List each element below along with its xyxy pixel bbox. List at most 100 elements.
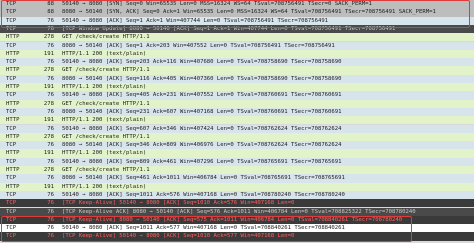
packet-length: 278 — [43, 167, 54, 173]
packet-row[interactable]: TCP 76 50140 → 8080 [ACK] Seq=203 Ack=116 … — [0, 58, 474, 67]
packet-protocol: TCP — [6, 158, 17, 165]
packet-info: GET /check/create HTTP/1.1 — [62, 67, 150, 74]
packet-protocol: TCP — [6, 191, 17, 198]
packet-row[interactable]: TCP 76 50140 → 8080 [ACK] Seq=809 Ack=461 … — [0, 157, 474, 166]
packet-protocol: TCP — [6, 125, 17, 132]
packet-row[interactable]: TCP 76 8080 → 50140 [ACK] Seq=461 Ack=1011… — [0, 174, 474, 183]
packet-info: 8080 → 50140 [ACK] Seq=116 Ack=405 Win=4… — [62, 75, 342, 82]
packet-protocol: TCP — [6, 92, 17, 99]
packet-protocol: TCP — [6, 17, 17, 24]
packet-info: 50140 → 8080 [ACK] Seq=1011 Ack=577 Win=… — [62, 225, 345, 232]
packet-info: HTTP/1.1 200 (text/plain) — [62, 117, 147, 124]
packet-info: GET /check/create HTTP/1.1 — [62, 100, 150, 107]
packet-length: 76 — [47, 17, 54, 24]
packet-row[interactable]: TCP 88 50140 → 8080 [SYN] Seq=0 Win=65535 … — [0, 0, 474, 9]
packet-info: GET /check/create HTTP/1.1 — [62, 34, 150, 41]
packet-protocol: HTTP — [6, 167, 20, 173]
packet-info: 50140 → 8080 [ACK] Seq=809 Ack=461 Win=4… — [62, 158, 342, 165]
packet-protocol: HTTP — [6, 84, 20, 90]
packet-row[interactable]: TCP 76 8080 → 50140 [ACK] Seq=116 Ack=405 … — [0, 74, 474, 83]
packet-length: 76 — [47, 25, 54, 32]
packet-length: 278 — [43, 100, 54, 107]
packet-row[interactable]: TCP 76 8080 → 50140 [ACK] Seq=1 Ack=203 Wi… — [0, 41, 474, 50]
packet-row[interactable]: HTTP 191 HTTP/1.1 200 (text/plain) — [0, 182, 474, 191]
packet-protocol: TCP — [6, 75, 17, 82]
packet-length: 76 — [47, 175, 54, 182]
packet-protocol: HTTP — [6, 183, 20, 190]
packet-info: HTTP/1.1 200 (text/plain) — [62, 183, 147, 190]
packet-row[interactable]: TCP 76 50140 → 8080 [ACK] Seq=1011 Ack=577… — [0, 224, 474, 233]
packet-row[interactable]: TCP 76 [TCP Keep-Alive ACK] 8080 → 50140 [… — [0, 207, 474, 216]
packet-protocol: TCP — [6, 216, 17, 223]
packet-row[interactable]: TCP 76 50140 → 8080 [ACK] Seq=607 Ack=346 … — [0, 124, 474, 133]
packet-length: 76 — [47, 158, 54, 165]
packet-length: 278 — [43, 34, 54, 41]
packet-info: 50140 → 8080 [ACK] Seq=203 Ack=116 Win=4… — [62, 59, 342, 66]
packet-length: 191 — [43, 183, 54, 190]
packet-protocol: HTTP — [6, 150, 20, 157]
packet-length: 76 — [47, 125, 54, 132]
packet-row[interactable]: HTTP 191 HTTP/1.1 200 (text/plain) — [0, 49, 474, 59]
packet-protocol: HTTP — [6, 34, 20, 41]
packet-protocol: TCP — [6, 9, 17, 16]
packet-row[interactable]: TCP 76 [TCP Keep-Alive] 8080 → 50140 [ACK]… — [0, 215, 474, 225]
packet-row[interactable]: TCP 76 [TCP Keep-Alive] 50140 → 8080 [ACK]… — [0, 199, 474, 208]
packet-info: 8080 → 50140 [ACK] Seq=346 Ack=809 Win=4… — [62, 142, 342, 149]
packet-info: HTTP/1.1 200 (text/plain) — [62, 84, 147, 90]
packet-row[interactable]: TCP 76 [TCP Window Update] 8080 → 50140 [A… — [0, 24, 474, 34]
packet-protocol: TCP — [6, 1, 17, 7]
packet-info: [TCP Window Update] 8080 → 50140 [ACK] S… — [62, 25, 396, 32]
packet-protocol: HTTP — [6, 100, 20, 107]
packet-length: 191 — [43, 84, 54, 90]
packet-length: 76 — [47, 216, 54, 223]
packet-row[interactable]: TCP 76 8080 → 50140 [ACK] Seq=231 Ack=607 … — [0, 107, 474, 117]
packet-info: 8080 → 50140 [SYN, ACK] Seq=0 Ack=1 Win=… — [62, 9, 436, 16]
packet-protocol: HTTP — [6, 117, 20, 124]
packet-row[interactable]: HTTP 278 GET /check/create HTTP/1.1 — [0, 132, 474, 142]
packet-info: [TCP Keep-Alive] 50140 → 8080 [ACK] Seq=… — [62, 200, 295, 207]
packet-row[interactable]: TCP 76 [TCP Keep-Alive] 50140 → 8080 [ACK]… — [0, 232, 474, 241]
packet-length: 191 — [43, 117, 54, 124]
packet-row[interactable]: TCP 76 50140 → 8080 [ACK] Seq=1011 Ack=576… — [0, 190, 474, 200]
packet-length: 278 — [43, 67, 54, 74]
packet-length: 191 — [43, 150, 54, 157]
packet-protocol: TCP — [6, 175, 17, 182]
packet-protocol: TCP — [6, 200, 17, 207]
packet-length: 88 — [47, 1, 54, 7]
packet-row[interactable]: TCP 76 50140 → 8080 [ACK] Seq=405 Ack=231 … — [0, 91, 474, 100]
packet-row[interactable]: HTTP 278 GET /check/create HTTP/1.1 — [0, 66, 474, 75]
packet-row[interactable]: TCP 76 50140 → 8080 [ACK] Seq=1 Ack=1 Win=… — [0, 16, 474, 25]
packet-row[interactable]: HTTP 191 HTTP/1.1 200 (text/plain) — [0, 83, 474, 92]
packet-info: 8080 → 50140 [ACK] Seq=1 Ack=203 Win=407… — [62, 42, 335, 49]
packet-info: [TCP Keep-Alive ACK] 8080 → 50140 [ACK] … — [62, 208, 416, 215]
packet-length: 88 — [47, 9, 54, 16]
packet-row[interactable]: HTTP 278 GET /check/create HTTP/1.1 — [0, 166, 474, 175]
packet-length: 76 — [47, 208, 54, 215]
packet-info: GET /check/create HTTP/1.1 — [62, 133, 150, 140]
packet-length: 76 — [47, 225, 54, 232]
packet-protocol: TCP — [6, 142, 17, 149]
packet-protocol: TCP — [6, 233, 17, 240]
packet-length: 76 — [47, 59, 54, 66]
packet-protocol: HTTP — [6, 133, 20, 140]
packet-length: 278 — [43, 133, 54, 140]
packet-protocol: TCP — [6, 208, 17, 215]
packet-protocol: TCP — [6, 59, 17, 66]
packet-protocol: TCP — [6, 108, 17, 115]
packet-length: 76 — [47, 142, 54, 149]
packet-info: [TCP Keep-Alive] 8080 → 50140 [ACK] Seq=… — [62, 216, 403, 223]
packet-row[interactable]: TCP 88 8080 → 50140 [SYN, ACK] Seq=0 Ack=1… — [0, 8, 474, 17]
packet-row[interactable]: HTTP 278 GET /check/create HTTP/1.1 — [0, 33, 474, 42]
packet-row[interactable]: HTTP 191 HTTP/1.1 200 (text/plain) — [0, 149, 474, 158]
packet-info: HTTP/1.1 200 (text/plain) — [62, 50, 147, 57]
packet-protocol: HTTP — [6, 50, 20, 57]
packet-row[interactable]: TCP 76 8080 → 50140 [ACK] Seq=346 Ack=809 … — [0, 141, 474, 150]
packet-list: TCP 88 50140 → 8080 [SYN] Seq=0 Win=65535 … — [0, 0, 474, 243]
packet-info: 50140 → 8080 [SYN] Seq=0 Win=65535 Len=0… — [62, 1, 372, 7]
packet-row[interactable]: HTTP 191 HTTP/1.1 200 (text/plain) — [0, 116, 474, 125]
packet-length: 76 — [47, 200, 54, 207]
packet-info: [TCP Keep-Alive] 50140 → 8080 [ACK] Seq=… — [62, 233, 295, 240]
packet-length: 191 — [43, 50, 54, 57]
packet-row[interactable]: HTTP 278 GET /check/create HTTP/1.1 — [0, 99, 474, 108]
packet-info: 50140 → 8080 [ACK] Seq=405 Ack=231 Win=4… — [62, 92, 342, 99]
